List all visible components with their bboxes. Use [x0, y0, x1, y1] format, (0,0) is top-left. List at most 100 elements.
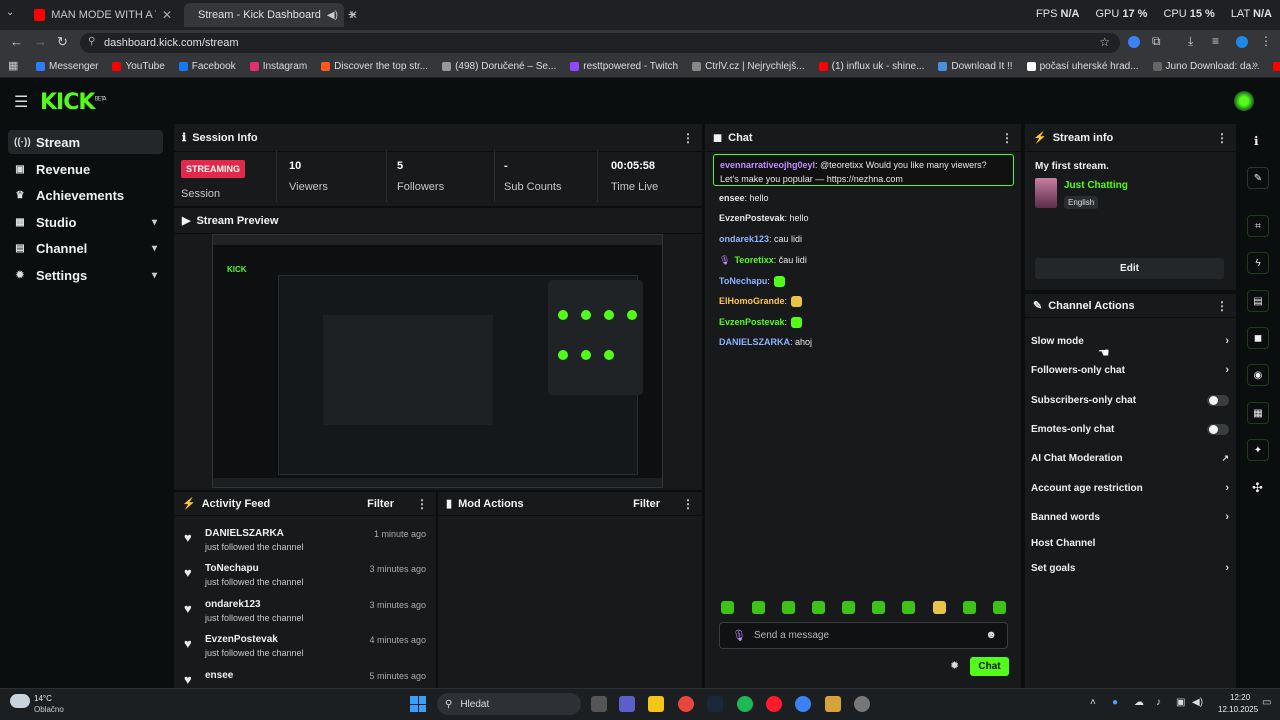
info-icon[interactable]: ℹ — [1254, 134, 1259, 148]
sidebar-item-revenue[interactable]: ▣ Revenue — [8, 157, 163, 181]
emote-icon[interactable] — [872, 601, 885, 614]
app-icon[interactable] — [795, 696, 811, 712]
chat-icon[interactable]: ◼ — [1247, 327, 1269, 349]
category-thumbnail[interactable] — [1035, 178, 1057, 208]
spotify-icon[interactable] — [737, 696, 753, 712]
chat-username[interactable]: ensee — [719, 193, 745, 203]
activity-username[interactable]: DANIELSZARKA — [205, 528, 284, 539]
kebab-menu-icon[interactable]: ⋮ — [682, 131, 694, 145]
reload-icon[interactable]: ↻ — [57, 34, 68, 50]
apps-icon[interactable]: ✣ — [1252, 480, 1263, 496]
stream-preview-video[interactable]: KICK — [212, 234, 663, 488]
app-icon[interactable] — [825, 696, 841, 712]
kebab-menu-icon[interactable]: ⋮ — [682, 497, 694, 511]
crop-icon[interactable]: ⌗ — [1247, 215, 1269, 237]
chevron-right-icon[interactable]: › — [1225, 511, 1229, 523]
bookmark-item[interactable]: resttpowered - Twitch — [570, 61, 678, 72]
external-link-icon[interactable]: ↗ — [1221, 453, 1229, 464]
chat-username[interactable]: ondarek123 — [719, 234, 769, 244]
category-link[interactable]: Just Chatting — [1064, 180, 1128, 191]
tray-app-icon[interactable]: ● — [1112, 697, 1118, 708]
lightning-icon[interactable]: ϟ — [1247, 252, 1269, 274]
emote-icon[interactable] — [812, 601, 825, 614]
bookmark-star-icon[interactable]: ☆ — [1099, 35, 1110, 49]
sidebar-item-achievements[interactable]: ♛ Achievements — [8, 183, 163, 207]
weather-temp[interactable]: 14°C — [34, 694, 52, 703]
chat-message[interactable]: ondarek123: cau lidi — [719, 234, 802, 244]
list-item[interactable]: ♥ ToNechapu just followed the channel 3 min… — [182, 563, 430, 597]
send-chat-button[interactable]: Chat — [970, 657, 1009, 676]
chat-message[interactable]: DANIELSZARKA: ahoj — [719, 337, 812, 347]
chevron-down-icon[interactable]: ▾ — [152, 270, 157, 281]
kebab-menu-icon[interactable]: ⋮ — [1216, 131, 1228, 145]
clock-time[interactable]: 12:20 — [1230, 693, 1250, 702]
kebab-menu-icon[interactable]: ⋮ — [1216, 299, 1228, 313]
back-icon[interactable]: ← — [10, 34, 23, 49]
action-set-goals[interactable]: Set goals › — [1031, 559, 1229, 577]
edit-pencil-icon[interactable]: ✎ — [1247, 167, 1269, 189]
chevron-right-icon[interactable]: › — [1225, 562, 1229, 574]
bookmark-item[interactable]: Juno Download: da... — [1152, 61, 1259, 72]
extension-icon[interactable] — [1128, 36, 1140, 48]
action-ai-chat-moderation[interactable]: AI Chat Moderation ↗ — [1031, 449, 1229, 467]
notifications-icon[interactable]: ▭ — [1262, 697, 1271, 708]
settings-icon[interactable] — [854, 696, 870, 712]
kebab-menu-icon[interactable]: ⋮ — [1001, 131, 1013, 145]
tool-icon[interactable]: ✦ — [1247, 439, 1269, 461]
list-item[interactable]: ♥ ondarek123 just followed the channel 3 mi… — [182, 599, 430, 633]
chat-username[interactable]: ElHomoGrande — [719, 296, 785, 306]
activity-username[interactable]: ensee — [205, 670, 233, 681]
activity-username[interactable]: ToNechapu — [205, 563, 259, 574]
emote-icon[interactable] — [902, 601, 915, 614]
taskbar-search[interactable]: ⚲ Hledat — [437, 693, 581, 715]
chevron-right-icon[interactable]: › — [1225, 335, 1229, 347]
emote-icon[interactable] — [963, 601, 976, 614]
network-icon[interactable]: ▣ — [1176, 697, 1185, 708]
sidebar-item-studio[interactable]: ▦ Studio ▾ — [8, 210, 163, 234]
browser-menu-icon[interactable]: ⋮ — [1260, 34, 1272, 48]
activity-username[interactable]: EvzenPostevak — [205, 634, 278, 645]
list-item[interactable]: ♥ EvzenPostevak just followed the channel 4… — [182, 634, 430, 668]
forward-icon[interactable]: → — [34, 34, 47, 49]
bookmark-item[interactable]: (1) influx uk - shine... — [818, 61, 924, 72]
chevron-right-icon[interactable]: › — [1225, 482, 1229, 494]
broadcast-icon[interactable]: ◉ — [1247, 364, 1269, 386]
chat-message[interactable]: EvzenPostevak: hello — [719, 213, 809, 223]
sidebar-item-channel[interactable]: ▤ Channel ▾ — [8, 236, 163, 260]
action-account-age-restriction[interactable]: Account age restriction › — [1031, 479, 1229, 497]
chat-settings-gear-icon[interactable]: ✹ — [950, 659, 959, 672]
speaker-icon[interactable]: ◀) — [327, 10, 338, 21]
more-bookmarks-icon[interactable]: » — [1252, 59, 1258, 71]
chrome-icon[interactable] — [678, 696, 694, 712]
list-item[interactable]: ♥ DANIELSZARKA just followed the channel 1 … — [182, 528, 430, 562]
sidebar-item-settings[interactable]: ✹ Settings ▾ — [8, 263, 163, 287]
file-explorer-icon[interactable] — [648, 696, 664, 712]
mod-filter-button[interactable]: Filter — [633, 498, 660, 510]
media-icon[interactable]: ≡ — [1212, 34, 1219, 48]
chat-username[interactable]: EvzenPostevak — [719, 213, 785, 223]
emote-icon[interactable] — [782, 601, 795, 614]
edit-stream-button[interactable]: Edit — [1035, 258, 1224, 279]
emote-icon[interactable] — [993, 601, 1006, 614]
activity-filter-button[interactable]: Filter — [367, 498, 394, 510]
download-icon[interactable]: ⤓ — [1188, 34, 1193, 49]
profile-icon[interactable] — [1236, 36, 1248, 48]
pinned-username[interactable]: evennarrativeojhg0eyl — [720, 160, 815, 170]
chat-username[interactable]: Teoretixx — [734, 255, 773, 265]
emotes-only-chat-toggle[interactable] — [1207, 423, 1229, 435]
bookmark-item[interactable]: YouTube — [112, 61, 165, 72]
pinned-message[interactable]: evennarrativeojhg0eyl: @teoretixx Would … — [713, 154, 1014, 186]
activity-username[interactable]: ondarek123 — [205, 599, 261, 610]
chat-message[interactable]: ElHomoGrande: — [719, 296, 803, 308]
tray-chevron-icon[interactable]: ˄ — [1090, 697, 1096, 708]
close-tab-icon[interactable]: ✕ — [162, 8, 172, 22]
extensions-puzzle-icon[interactable]: ⧉ — [1152, 34, 1161, 49]
windows-start-icon[interactable] — [410, 696, 426, 712]
emote-icon[interactable] — [933, 601, 946, 614]
chat-username[interactable]: ToNechapu — [719, 276, 767, 286]
steam-icon[interactable] — [707, 696, 723, 712]
clock-date[interactable]: 12.10.2025 — [1218, 705, 1258, 714]
chat-message[interactable]: EvzenPostevak: — [719, 317, 803, 329]
kick-logo[interactable]: KICKBETA — [40, 90, 107, 115]
chevron-down-icon[interactable]: ▾ — [152, 243, 157, 254]
